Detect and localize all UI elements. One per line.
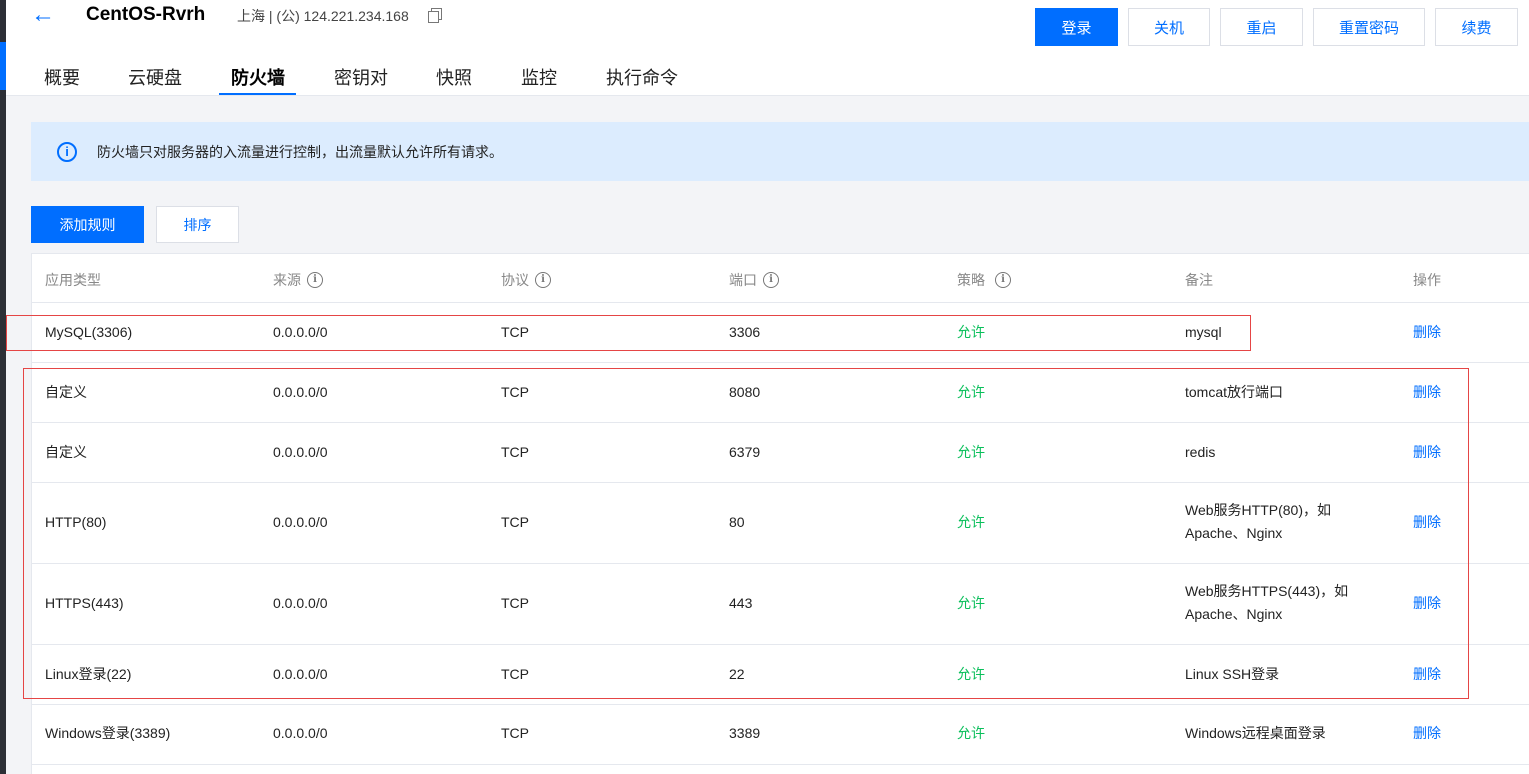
- cell-source: 0.0.0.0/0: [273, 444, 328, 460]
- cell-type: MySQL(3306): [45, 324, 133, 340]
- column-header-port: 端口 i: [729, 270, 779, 290]
- delete-link[interactable]: 删除: [1413, 722, 1441, 745]
- cell-source: 0.0.0.0/0: [273, 666, 328, 682]
- cell-protocol: TCP: [501, 444, 529, 460]
- cell-source: 0.0.0.0/0: [273, 514, 328, 530]
- cell-port: 3306: [729, 324, 761, 340]
- help-icon[interactable]: i: [307, 272, 323, 288]
- cell-type: Linux登录(22): [45, 666, 132, 682]
- column-header-note: 备注: [1185, 272, 1213, 288]
- cell-note: Windows远程桌面登录: [1185, 725, 1326, 741]
- tab-snapshot[interactable]: 快照: [436, 64, 472, 90]
- arrow-left-icon[interactable]: ←: [28, 2, 58, 30]
- side-nav-strip: [0, 0, 6, 774]
- page-title: CentOS-Rvrh: [86, 4, 206, 25]
- info-icon: i: [57, 142, 77, 162]
- info-text: 防火墙只对服务器的入流量进行控制，出流量默认允许所有请求。: [97, 144, 503, 160]
- cell-source: 0.0.0.0/0: [273, 324, 328, 340]
- cell-protocol: TCP: [501, 324, 529, 340]
- cell-protocol: TCP: [501, 595, 529, 611]
- help-icon[interactable]: i: [763, 272, 779, 288]
- cell-note: Web服务HTTPS(443)，如Apache、Nginx: [1185, 583, 1349, 622]
- reset-password-button[interactable]: 重置密码: [1313, 8, 1425, 46]
- cell-note: Linux SSH登录: [1185, 666, 1280, 682]
- shutdown-button[interactable]: 关机: [1128, 8, 1210, 46]
- cell-policy: 允许: [957, 384, 985, 400]
- cell-port: 80: [729, 514, 745, 530]
- cell-note: redis: [1185, 444, 1216, 460]
- table-row: HTTP(80) 0.0.0.0/0 TCP 80 允许 Web服务HTTP(8…: [32, 483, 1529, 564]
- cell-port: 6379: [729, 444, 761, 460]
- tab-monitor[interactable]: 监控: [521, 64, 557, 90]
- cell-policy: 允许: [957, 595, 985, 611]
- table-row: 自定义 0.0.0.0/0 TCP 8080 允许 tomcat放行端口 删除: [32, 363, 1529, 423]
- instance-region-ip: 上海 | (公) 124.221.234.168: [237, 8, 409, 24]
- cell-type: Windows登录(3389): [45, 725, 171, 741]
- column-header-source: 来源 i: [273, 270, 323, 290]
- cell-type: HTTPS(443): [45, 595, 124, 611]
- table-row: MySQL(3306) 0.0.0.0/0 TCP 3306 允许 mysql …: [32, 303, 1529, 363]
- firewall-rules-table: 应用类型 来源 i 协议 i 端口 i 策略 i 备注 操作 MySQL(3306) 0…: [31, 253, 1529, 774]
- cell-note: tomcat放行端口: [1185, 384, 1284, 400]
- cell-policy: 允许: [957, 444, 985, 460]
- sort-button[interactable]: 排序: [156, 206, 239, 243]
- cell-port: 3389: [729, 725, 761, 741]
- column-header-protocol: 协议 i: [501, 270, 551, 290]
- renew-button[interactable]: 续费: [1435, 8, 1518, 46]
- cell-source: 0.0.0.0/0: [273, 384, 328, 400]
- delete-link[interactable]: 删除: [1413, 511, 1441, 534]
- table-row: Linux登录(22) 0.0.0.0/0 TCP 22 允许 Linux SS…: [32, 645, 1529, 705]
- cell-type: 自定义: [45, 444, 87, 460]
- table-row: HTTPS(443) 0.0.0.0/0 TCP 443 允许 Web服务HTT…: [32, 564, 1529, 645]
- delete-link[interactable]: 删除: [1413, 441, 1441, 464]
- table-row: 自定义 0.0.0.0/0 TCP 6379 允许 redis 删除: [32, 423, 1529, 483]
- add-rule-button[interactable]: 添加规则: [31, 206, 144, 243]
- delete-link[interactable]: 删除: [1413, 381, 1441, 404]
- table-row: Windows登录(3389) 0.0.0.0/0 TCP 3389 允许 Wi…: [32, 705, 1529, 765]
- tab-overview[interactable]: 概要: [44, 64, 80, 90]
- active-tab-indicator: [219, 93, 296, 95]
- cell-protocol: TCP: [501, 514, 529, 530]
- cell-policy: 允许: [957, 725, 985, 741]
- cell-source: 0.0.0.0/0: [273, 725, 328, 741]
- column-header-type: 应用类型: [45, 272, 101, 288]
- login-button[interactable]: 登录: [1035, 8, 1118, 46]
- delete-link[interactable]: 删除: [1413, 592, 1441, 615]
- cell-protocol: TCP: [501, 725, 529, 741]
- cell-port: 443: [729, 595, 753, 611]
- cell-note: Web服务HTTP(80)，如Apache、Nginx: [1185, 502, 1331, 541]
- info-banner: i 防火墙只对服务器的入流量进行控制，出流量默认允许所有请求。: [31, 122, 1529, 181]
- cell-port: 22: [729, 666, 745, 682]
- cell-type: HTTP(80): [45, 514, 107, 530]
- tab-cloud-disk[interactable]: 云硬盘: [128, 64, 182, 90]
- column-header-action: 操作: [1413, 272, 1441, 288]
- cell-source: 0.0.0.0/0: [273, 595, 328, 611]
- cell-protocol: TCP: [501, 384, 529, 400]
- cell-type: 自定义: [45, 384, 87, 400]
- help-icon[interactable]: i: [535, 272, 551, 288]
- cell-policy: 允许: [957, 514, 985, 530]
- cell-policy: 允许: [957, 324, 985, 340]
- tab-keypair[interactable]: 密钥对: [334, 64, 388, 90]
- table-header: 应用类型 来源 i 协议 i 端口 i 策略 i 备注 操作: [32, 254, 1529, 303]
- copy-icon[interactable]: [428, 8, 442, 23]
- delete-link[interactable]: 删除: [1413, 663, 1441, 686]
- cell-note: mysql: [1185, 324, 1222, 340]
- tab-run-command[interactable]: 执行命令: [606, 64, 678, 90]
- delete-link[interactable]: 删除: [1413, 321, 1441, 344]
- help-icon[interactable]: i: [995, 272, 1011, 288]
- restart-button[interactable]: 重启: [1220, 8, 1303, 46]
- cell-port: 8080: [729, 384, 761, 400]
- tab-firewall[interactable]: 防火墙: [231, 64, 285, 90]
- column-header-policy: 策略 i: [957, 270, 1011, 290]
- cell-policy: 允许: [957, 666, 985, 682]
- cell-protocol: TCP: [501, 666, 529, 682]
